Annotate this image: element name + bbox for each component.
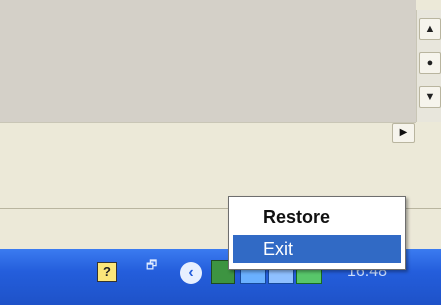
menu-item-restore[interactable]: Restore [233, 203, 401, 231]
vertical-scrollbar[interactable]: ▲ ● ▼ [416, 10, 441, 122]
document-area [0, 0, 416, 122]
help-icon[interactable]: ? [97, 262, 117, 282]
menu-item-exit[interactable]: Exit [233, 235, 401, 263]
horizontal-scroll-area [0, 122, 416, 145]
context-menu: Restore Exit [228, 196, 406, 270]
restore-window-icon[interactable]: 🗗 [146, 256, 160, 282]
show-hidden-icons-chevron-icon[interactable]: ‹ [180, 262, 202, 284]
scroll-down-button[interactable]: ▼ [419, 86, 441, 108]
scroll-center-button[interactable]: ● [419, 52, 441, 74]
scroll-up-button[interactable]: ▲ [419, 18, 441, 40]
scroll-right-button[interactable]: ▶ [392, 123, 415, 143]
